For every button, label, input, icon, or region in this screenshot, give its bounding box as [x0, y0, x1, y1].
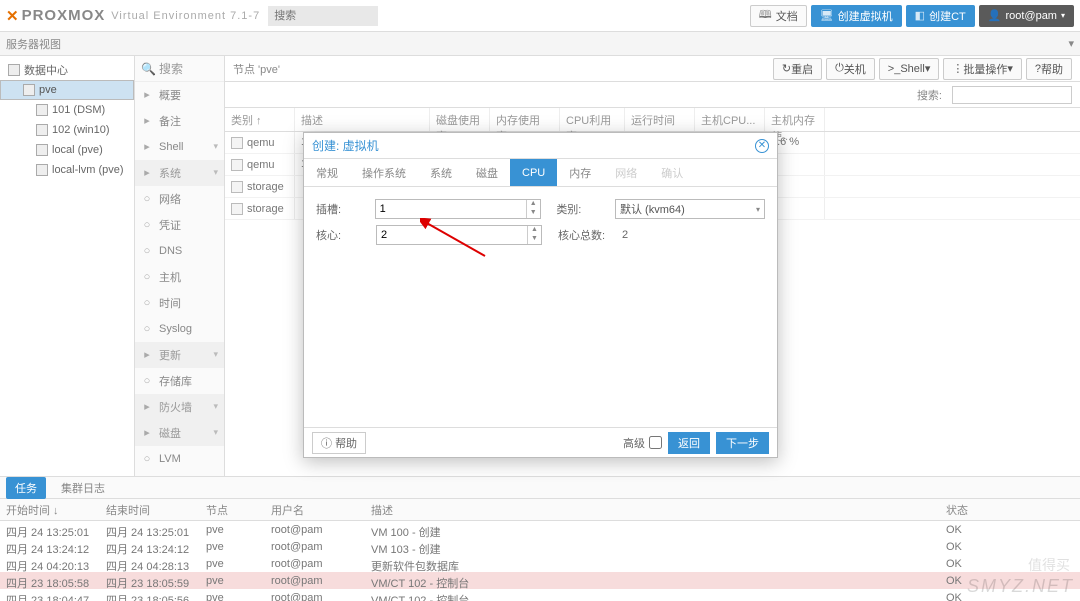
cores-label: 核心:	[316, 227, 376, 243]
back-button[interactable]: 返回	[668, 432, 710, 454]
modal-tab[interactable]: 操作系统	[350, 159, 418, 186]
modal-tab: 网络	[603, 159, 649, 186]
chevron-down-icon: ▾	[756, 205, 760, 214]
advanced-toggle[interactable]: 高级	[623, 435, 662, 451]
close-icon[interactable]: ✕	[755, 139, 769, 153]
modal-tab[interactable]: 磁盘	[464, 159, 510, 186]
spin-up-icon[interactable]: ▲	[527, 200, 540, 209]
spin-up-icon[interactable]: ▲	[528, 226, 541, 235]
modal-tab[interactable]: 内存	[557, 159, 603, 186]
modal-tabs: 常规操作系统系统磁盘CPU内存网络确认	[304, 159, 777, 187]
cores-input[interactable]: ▲▼	[376, 225, 542, 245]
modal-tab: 确认	[649, 159, 695, 186]
create-vm-modal: 创建: 虚拟机 ✕ 常规操作系统系统磁盘CPU内存网络确认 插槽: ▲▼ 类别:…	[303, 132, 778, 458]
modal-tab[interactable]: 常规	[304, 159, 350, 186]
watermark: SMYZ.NET	[967, 576, 1074, 597]
modal-help-button[interactable]: ⓘ 帮助	[312, 432, 366, 454]
modal-title: 创建: 虚拟机	[312, 137, 379, 154]
total-cores-label: 核心总数:	[558, 227, 618, 243]
modal-tab[interactable]: 系统	[418, 159, 464, 186]
next-button[interactable]: 下一步	[716, 432, 769, 454]
total-cores-value: 2	[618, 229, 632, 241]
cpu-type-select[interactable]: 默认 (kvm64)▾	[615, 199, 765, 219]
sockets-label: 插槽:	[316, 201, 375, 217]
modal-tab[interactable]: CPU	[510, 159, 557, 186]
watermark: 值得买	[1028, 555, 1070, 575]
type-label: 类别:	[556, 201, 615, 217]
spin-down-icon[interactable]: ▼	[527, 209, 540, 218]
spin-down-icon[interactable]: ▼	[528, 235, 541, 244]
sockets-input[interactable]: ▲▼	[375, 199, 541, 219]
